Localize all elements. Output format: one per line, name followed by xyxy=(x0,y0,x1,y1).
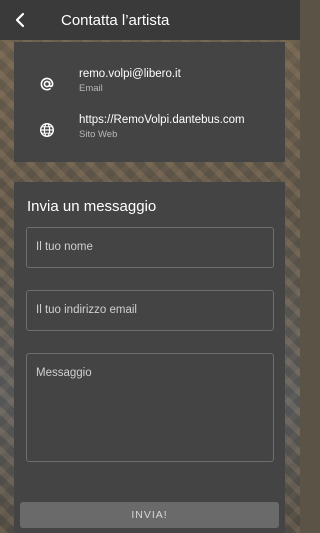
back-button[interactable] xyxy=(0,0,40,40)
contact-row-website[interactable]: https://RemoVolpi.dantebus.com Sito Web xyxy=(14,114,285,154)
message-form-card: Invia un messaggio Il tuo nome Il tuo in… xyxy=(14,182,285,533)
page-title: Contatta l’artista xyxy=(61,11,170,29)
contact-row-email[interactable]: remo.volpi@libero.it Email xyxy=(14,68,285,108)
top-app-bar: Contatta l’artista xyxy=(0,0,300,40)
globe-icon xyxy=(38,121,56,139)
message-textarea[interactable]: Messaggio xyxy=(26,353,274,462)
website-value: https://RemoVolpi.dantebus.com xyxy=(79,114,245,126)
email-value: remo.volpi@libero.it xyxy=(79,68,181,80)
chevron-left-icon xyxy=(15,12,25,28)
email-label: Email xyxy=(79,83,103,94)
contact-info-card: remo.volpi@libero.it Email https://RemoV… xyxy=(14,42,285,162)
send-button[interactable]: INVIA! xyxy=(20,502,279,528)
form-title: Invia un messaggio xyxy=(27,198,157,215)
name-input[interactable]: Il tuo nome xyxy=(26,227,274,268)
email-input[interactable]: Il tuo indirizzo email xyxy=(26,290,274,331)
website-label: Sito Web xyxy=(79,129,118,140)
at-sign-icon xyxy=(38,75,56,93)
